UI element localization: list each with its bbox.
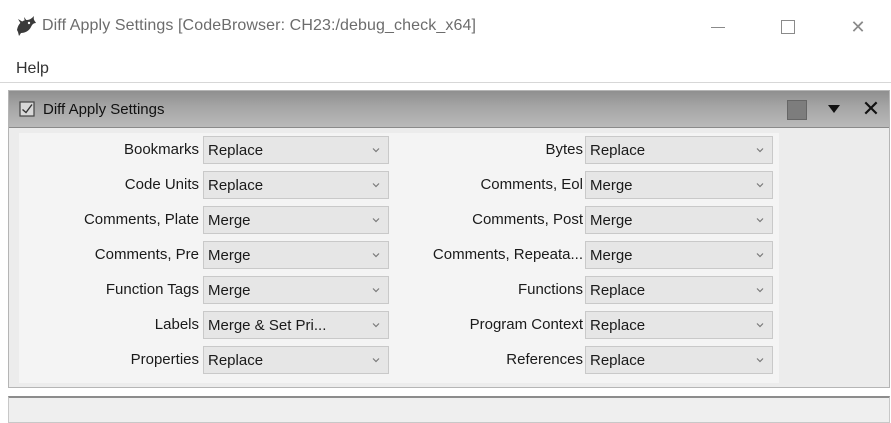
combo-value: Merge: [590, 247, 633, 264]
minimize-icon: [711, 26, 725, 28]
setting-combo[interactable]: Merge: [585, 241, 773, 269]
settings-row: Comments, Pre Merge Comments, Repeata...…: [19, 240, 779, 270]
setting-label: Function Tags: [105, 281, 199, 298]
snapshot-button[interactable]: [787, 100, 807, 120]
checkbox-icon: [19, 101, 35, 117]
ghidra-dragon-icon: [17, 16, 36, 36]
dropdown-triangle-icon: [828, 105, 840, 113]
chevron-down-icon: [372, 358, 380, 363]
chevron-down-icon: [372, 253, 380, 258]
setting-label: Labels: [154, 316, 199, 333]
window-titlebar[interactable]: Diff Apply Settings [CodeBrowser: CH23:/…: [0, 0, 891, 52]
panel-close-button[interactable]: ✕: [859, 95, 883, 123]
chevron-down-icon: [756, 288, 764, 293]
setting-label: Code Units: [124, 176, 199, 193]
combo-value: Replace: [590, 282, 646, 299]
combo-value: Merge: [590, 212, 633, 229]
settings-row: Bookmarks Replace Bytes Replace: [19, 135, 779, 165]
setting-label: Program Context: [469, 316, 583, 333]
combo-value: Replace: [590, 142, 646, 159]
close-icon: ✕: [850, 16, 866, 37]
setting-combo[interactable]: Replace: [585, 136, 773, 164]
maximize-button[interactable]: [768, 12, 808, 42]
setting-combo[interactable]: Replace: [203, 346, 389, 374]
window-title: Diff Apply Settings [CodeBrowser: CH23:/…: [42, 17, 476, 34]
setting-combo[interactable]: Replace: [585, 346, 773, 374]
panel-menu-button[interactable]: [823, 99, 845, 119]
settings-row: Properties Replace References Replace: [19, 345, 779, 375]
combo-value: Replace: [590, 352, 646, 369]
status-bar: [8, 396, 890, 423]
chevron-down-icon: [372, 183, 380, 188]
chevron-down-icon: [756, 183, 764, 188]
combo-value: Replace: [590, 317, 646, 334]
setting-label: Comments, Eol: [480, 176, 583, 193]
setting-label: Comments, Plate: [83, 211, 199, 228]
setting-combo[interactable]: Merge: [585, 171, 773, 199]
chevron-down-icon: [756, 253, 764, 258]
setting-combo[interactable]: Replace: [585, 311, 773, 339]
chevron-down-icon: [372, 323, 380, 328]
setting-combo[interactable]: Merge & Set Pri...: [203, 311, 389, 339]
chevron-down-icon: [756, 218, 764, 223]
setting-label: Bookmarks: [123, 141, 199, 158]
chevron-down-icon: [756, 148, 764, 153]
setting-combo[interactable]: Merge: [585, 206, 773, 234]
combo-value: Merge: [590, 177, 633, 194]
menu-bar: Help: [0, 54, 891, 83]
combo-value: Replace: [208, 142, 264, 159]
combo-value: Merge: [208, 247, 251, 264]
maximize-icon: [781, 20, 795, 34]
combo-value: Replace: [208, 352, 264, 369]
chevron-down-icon: [372, 288, 380, 293]
setting-combo[interactable]: Merge: [203, 276, 389, 304]
settings-grid: Bookmarks Replace Bytes Replace Code Uni…: [19, 133, 779, 383]
settings-row: Code Units Replace Comments, Eol Merge: [19, 170, 779, 200]
setting-label: Bytes: [545, 141, 583, 158]
diff-apply-settings-panel: Diff Apply Settings ✕ Bookmarks Replace …: [8, 90, 890, 388]
setting-combo[interactable]: Replace: [203, 136, 389, 164]
panel-title: Diff Apply Settings: [43, 101, 165, 118]
setting-combo[interactable]: Merge: [203, 241, 389, 269]
setting-label: Comments, Pre: [94, 246, 199, 263]
settings-row: Function Tags Merge Functions Replace: [19, 275, 779, 305]
minimize-button[interactable]: [698, 12, 738, 42]
chevron-down-icon: [372, 148, 380, 153]
setting-label: Comments, Repeata...: [432, 246, 583, 263]
setting-label: Functions: [517, 281, 583, 298]
setting-label: Properties: [130, 351, 199, 368]
combo-value: Merge: [208, 212, 251, 229]
setting-combo[interactable]: Replace: [585, 276, 773, 304]
setting-label: Comments, Post: [472, 211, 583, 228]
combo-value: Merge & Set Pri...: [208, 317, 327, 334]
chevron-down-icon: [756, 323, 764, 328]
setting-combo[interactable]: Merge: [203, 206, 389, 234]
combo-value: Replace: [208, 177, 264, 194]
chevron-down-icon: [756, 358, 764, 363]
settings-row: Labels Merge & Set Pri... Program Contex…: [19, 310, 779, 340]
setting-combo[interactable]: Replace: [203, 171, 389, 199]
close-window-button[interactable]: ✕: [838, 12, 878, 42]
menu-item-help[interactable]: Help: [16, 60, 49, 78]
close-icon: ✕: [861, 96, 881, 121]
panel-header: Diff Apply Settings ✕: [9, 91, 889, 128]
setting-label: References: [506, 351, 583, 368]
combo-value: Merge: [208, 282, 251, 299]
settings-row: Comments, Plate Merge Comments, Post Mer…: [19, 205, 779, 235]
chevron-down-icon: [372, 218, 380, 223]
